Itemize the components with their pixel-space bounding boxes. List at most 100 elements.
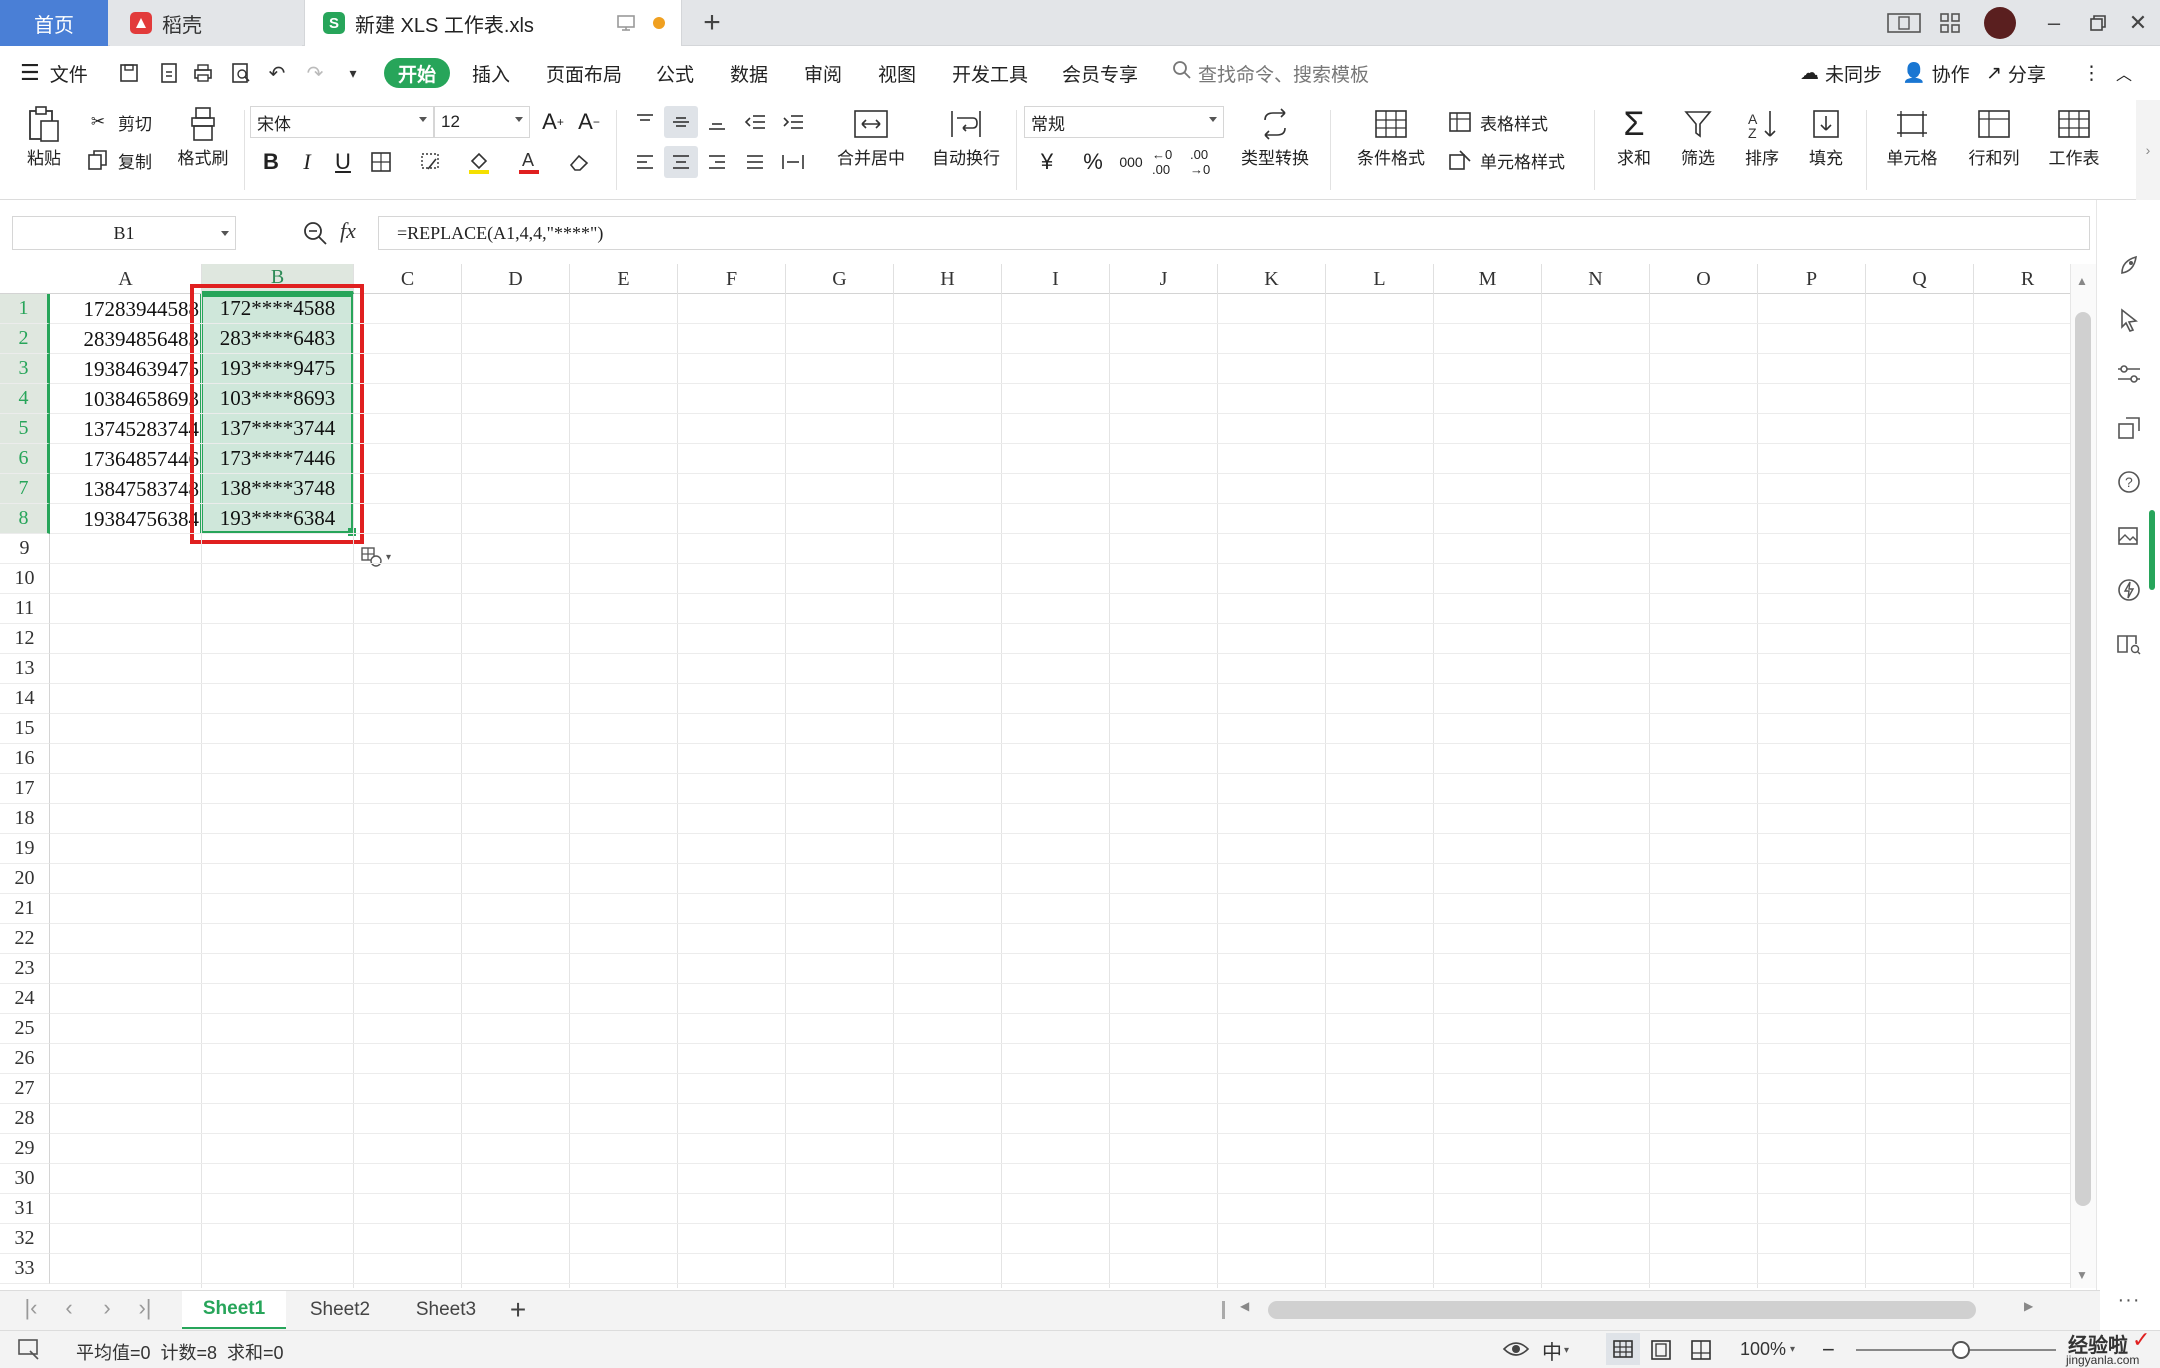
- zoom-out-icon[interactable]: −: [1822, 1337, 1835, 1363]
- spreadsheet-grid[interactable]: ABCDEFGHIJKLMNOPQR 1 2 3 4 5 6 7 8 9 10 11 12 13 14 15…: [0, 264, 2070, 1288]
- row-header-1[interactable]: 1: [0, 294, 50, 324]
- menu-tab-view[interactable]: 视图: [878, 58, 916, 88]
- row-header-3[interactable]: 3: [0, 354, 50, 384]
- copy-button[interactable]: 复制: [84, 146, 152, 174]
- zoom-slider-thumb[interactable]: [1952, 1341, 1970, 1359]
- sum-button[interactable]: Σ 求和: [1606, 104, 1662, 169]
- user-avatar[interactable]: [1976, 0, 2024, 46]
- zoom-level-select[interactable]: 100% ▾: [1740, 1339, 1795, 1360]
- collapse-ribbon-icon[interactable]: ︿: [2116, 58, 2132, 88]
- align-bottom-icon[interactable]: [700, 106, 734, 138]
- tab-spreadsheet-file[interactable]: S 新建 XLS 工作表.xls: [304, 0, 682, 46]
- column-header-f[interactable]: F: [678, 264, 786, 294]
- scroll-left-icon[interactable]: ◀: [1240, 1299, 1249, 1313]
- column-header-n[interactable]: N: [1542, 264, 1650, 294]
- column-header-c[interactable]: C: [354, 264, 462, 294]
- row-header-20[interactable]: 20: [0, 864, 50, 894]
- sort-button[interactable]: AZ 排序: [1734, 104, 1790, 169]
- row-header-11[interactable]: 11: [0, 594, 50, 624]
- paste-button[interactable]: 粘贴: [14, 104, 74, 169]
- close-icon[interactable]: ✕: [2114, 0, 2160, 46]
- macro-record-icon[interactable]: [16, 1337, 44, 1363]
- tab-daoke[interactable]: 稻壳: [110, 0, 302, 46]
- page-break-view-icon[interactable]: [1686, 1335, 1716, 1365]
- underline-icon[interactable]: U: [326, 146, 360, 178]
- cell-a6[interactable]: 17364857446: [50, 444, 201, 474]
- row-header-21[interactable]: 21: [0, 894, 50, 924]
- currency-icon[interactable]: ¥: [1030, 146, 1064, 178]
- monitor-icon[interactable]: [615, 12, 637, 34]
- column-header-j[interactable]: J: [1110, 264, 1218, 294]
- rocket-icon[interactable]: [2113, 250, 2145, 282]
- column-header-k[interactable]: K: [1218, 264, 1326, 294]
- row-header-29[interactable]: 29: [0, 1134, 50, 1164]
- fill-button[interactable]: 填充: [1798, 104, 1854, 169]
- cell-style-button[interactable]: 单元格样式: [1446, 146, 1565, 174]
- ribbon-scroll-right-icon[interactable]: ›: [2136, 100, 2160, 200]
- decrease-decimal-icon[interactable]: .00 →0: [1190, 146, 1224, 178]
- collaborate-button[interactable]: 👤 协作: [1902, 58, 1970, 88]
- formula-input[interactable]: =REPLACE(A1,4,4,"****"): [378, 216, 2090, 250]
- transform-icon[interactable]: [2113, 412, 2145, 444]
- cell-a7[interactable]: 13847583748: [50, 474, 201, 504]
- scroll-right-icon[interactable]: ▶: [2024, 1299, 2033, 1313]
- row-header-32[interactable]: 32: [0, 1224, 50, 1254]
- sync-status[interactable]: ☁ 未同步: [1800, 58, 1882, 88]
- thousands-icon[interactable]: 000: [1114, 146, 1148, 178]
- column-header-g[interactable]: G: [786, 264, 894, 294]
- first-sheet-icon[interactable]: |‹: [16, 1295, 46, 1321]
- fill-color-icon[interactable]: [462, 146, 496, 178]
- print-icon[interactable]: [190, 60, 216, 86]
- eraser-icon[interactable]: [562, 146, 596, 178]
- align-top-icon[interactable]: [628, 106, 662, 138]
- row-header-18[interactable]: 18: [0, 804, 50, 834]
- grid-apps-icon[interactable]: [1926, 0, 1974, 46]
- menu-tab-member[interactable]: 会员专享: [1062, 58, 1138, 88]
- cell-a2[interactable]: 28394856483: [50, 324, 201, 354]
- command-search[interactable]: 查找命令、搜索模板: [1172, 58, 1369, 88]
- type-convert-button[interactable]: 类型转换: [1232, 104, 1318, 169]
- column-header-m[interactable]: M: [1434, 264, 1542, 294]
- file-menu[interactable]: ☰ 文件: [20, 58, 88, 88]
- column-header-a[interactable]: A: [50, 264, 202, 294]
- border-icon[interactable]: [364, 146, 398, 178]
- row-header-28[interactable]: 28: [0, 1104, 50, 1134]
- row-header-17[interactable]: 17: [0, 774, 50, 804]
- row-header-22[interactable]: 22: [0, 924, 50, 954]
- insert-function-icon[interactable]: fx: [340, 218, 356, 244]
- menu-tab-insert[interactable]: 插入: [472, 58, 510, 88]
- vertical-scrollbar[interactable]: ▲ ▼: [2070, 264, 2096, 1288]
- row-header-9[interactable]: 9: [0, 534, 50, 564]
- column-header-q[interactable]: Q: [1866, 264, 1974, 294]
- menu-tab-start[interactable]: 开始: [384, 58, 451, 88]
- wrap-text-button[interactable]: 自动换行: [928, 104, 1004, 169]
- column-header-o[interactable]: O: [1650, 264, 1758, 294]
- increase-decimal-icon[interactable]: ←0 .00: [1152, 146, 1186, 178]
- increase-font-icon[interactable]: A +: [536, 106, 570, 138]
- row-header-7[interactable]: 7: [0, 474, 50, 504]
- row-header-4[interactable]: 4: [0, 384, 50, 414]
- format-painter-button[interactable]: 格式刷: [172, 104, 234, 169]
- bold-icon[interactable]: B: [254, 146, 288, 178]
- zoom-formula-icon[interactable]: [302, 220, 330, 248]
- menu-tab-formulas[interactable]: 公式: [656, 58, 694, 88]
- more-panel-icon[interactable]: ···: [2113, 1284, 2145, 1316]
- column-header-d[interactable]: D: [462, 264, 570, 294]
- new-tab-button[interactable]: +: [692, 4, 732, 42]
- input-method-icon[interactable]: 中 ▾: [1542, 1337, 1586, 1364]
- increase-indent-icon[interactable]: [776, 106, 810, 138]
- row-header-16[interactable]: 16: [0, 744, 50, 774]
- normal-view-icon[interactable]: [1606, 1333, 1640, 1365]
- book-search-icon[interactable]: [2113, 628, 2145, 660]
- worksheet-button[interactable]: 工作表: [2038, 104, 2110, 169]
- lightning-icon[interactable]: [2113, 574, 2145, 606]
- filter-button[interactable]: 筛选: [1670, 104, 1726, 169]
- row-header-19[interactable]: 19: [0, 834, 50, 864]
- column-header-e[interactable]: E: [570, 264, 678, 294]
- redo-icon[interactable]: ↷: [302, 60, 328, 86]
- decrease-font-icon[interactable]: A −: [572, 106, 606, 138]
- next-sheet-icon[interactable]: ›: [92, 1295, 122, 1321]
- layout-toggle-icon[interactable]: [1880, 0, 1928, 46]
- row-header-30[interactable]: 30: [0, 1164, 50, 1194]
- cell-button[interactable]: 单元格: [1876, 104, 1948, 169]
